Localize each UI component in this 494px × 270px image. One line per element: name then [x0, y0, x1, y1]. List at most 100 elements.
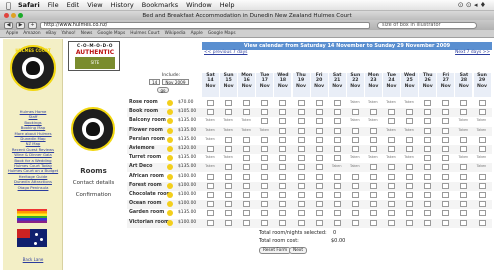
night-checkbox[interactable] — [279, 219, 287, 226]
night-checkbox[interactable] — [442, 219, 450, 226]
night-checkbox[interactable] — [207, 173, 214, 180]
night-checkbox[interactable] — [424, 155, 432, 162]
night-checkbox[interactable] — [297, 164, 305, 171]
night-checkbox[interactable] — [261, 155, 269, 162]
night-checkbox[interactable] — [279, 118, 287, 125]
room-info-icon[interactable] — [167, 109, 173, 116]
bookmark-item[interactable]: News — [81, 31, 93, 36]
night-checkbox[interactable] — [442, 118, 450, 125]
night-checkbox[interactable] — [406, 210, 414, 217]
night-checkbox[interactable] — [315, 100, 323, 106]
night-checkbox[interactable] — [478, 136, 486, 143]
room-info-icon[interactable] — [167, 155, 173, 162]
night-checkbox[interactable] — [369, 146, 377, 152]
night-checkbox[interactable] — [351, 127, 359, 134]
menu-bookmarks[interactable]: Bookmarks — [142, 1, 178, 9]
night-checkbox[interactable] — [424, 219, 432, 226]
bookmark-item[interactable]: Google Maps — [97, 31, 125, 36]
night-checkbox[interactable] — [297, 155, 305, 162]
night-checkbox[interactable] — [460, 136, 468, 143]
room-name-link[interactable]: Book room — [129, 109, 158, 114]
night-checkbox[interactable] — [351, 146, 359, 152]
bookmark-item[interactable]: eBay — [46, 31, 57, 36]
room-info-icon[interactable] — [167, 219, 173, 226]
night-checkbox[interactable] — [406, 136, 414, 143]
night-checkbox[interactable] — [478, 146, 486, 152]
night-checkbox[interactable] — [243, 192, 251, 198]
apple-menu-icon[interactable]:  — [6, 1, 18, 10]
menu-history[interactable]: History — [111, 1, 134, 9]
night-checkbox[interactable] — [388, 136, 395, 143]
night-checkbox[interactable] — [388, 201, 395, 208]
room-name-link[interactable]: Garden room — [129, 210, 164, 215]
new-zealand-flag-icon[interactable] — [17, 229, 47, 247]
night-checkbox[interactable] — [424, 136, 432, 143]
night-checkbox[interactable] — [406, 109, 414, 116]
night-checkbox[interactable] — [315, 146, 323, 152]
night-checkbox[interactable] — [424, 164, 432, 171]
night-checkbox[interactable] — [243, 210, 251, 217]
room-info-icon[interactable] — [167, 192, 173, 198]
night-checkbox[interactable] — [424, 127, 432, 134]
night-checkbox[interactable] — [388, 210, 395, 217]
address-bar[interactable]: http://www.hulmes.co.nz/ — [40, 21, 370, 29]
night-checkbox[interactable] — [243, 136, 251, 143]
room-info-icon[interactable] — [167, 164, 173, 171]
night-checkbox[interactable] — [406, 219, 414, 226]
night-checkbox[interactable] — [388, 118, 395, 125]
night-checkbox[interactable] — [207, 146, 214, 152]
night-checkbox[interactable] — [333, 146, 341, 152]
night-checkbox[interactable] — [424, 182, 432, 189]
night-checkbox[interactable] — [243, 146, 251, 152]
search-field[interactable]: size of box in illustrator — [377, 21, 477, 29]
night-checkbox[interactable] — [279, 155, 287, 162]
night-checkbox[interactable] — [279, 182, 287, 189]
night-checkbox[interactable] — [442, 201, 450, 208]
night-checkbox[interactable] — [369, 109, 377, 116]
step-rooms[interactable]: Rooms — [66, 167, 121, 175]
room-name-link[interactable]: Ocean room — [129, 201, 161, 206]
night-checkbox[interactable] — [315, 192, 323, 198]
night-checkbox[interactable] — [442, 192, 450, 198]
night-checkbox[interactable] — [315, 136, 323, 143]
night-checkbox[interactable] — [460, 109, 468, 116]
night-checkbox[interactable] — [460, 164, 468, 171]
night-checkbox[interactable] — [460, 182, 468, 189]
night-checkbox[interactable] — [424, 210, 432, 217]
room-info-icon[interactable] — [167, 127, 173, 134]
night-checkbox[interactable] — [243, 164, 251, 171]
night-checkbox[interactable] — [243, 201, 251, 208]
room-info-icon[interactable] — [167, 100, 173, 106]
night-checkbox[interactable] — [442, 155, 450, 162]
night-checkbox[interactable] — [406, 182, 414, 189]
night-checkbox[interactable] — [478, 192, 486, 198]
night-checkbox[interactable] — [388, 182, 395, 189]
night-checkbox[interactable] — [369, 210, 377, 217]
night-checkbox[interactable] — [351, 192, 359, 198]
bookmark-item[interactable]: Wikipedia — [165, 31, 186, 36]
night-checkbox[interactable] — [243, 100, 251, 106]
night-checkbox[interactable] — [225, 210, 233, 217]
night-checkbox[interactable] — [351, 109, 359, 116]
night-checkbox[interactable] — [207, 219, 214, 226]
night-checkbox[interactable] — [333, 219, 341, 226]
bookmark-item[interactable]: Yahoo! — [61, 31, 75, 36]
back-lane-link[interactable]: Back Lane — [3, 257, 63, 262]
room-name-link[interactable]: Rose room — [129, 100, 158, 105]
night-checkbox[interactable] — [388, 164, 395, 171]
night-checkbox[interactable] — [315, 219, 323, 226]
night-checkbox[interactable] — [406, 192, 414, 198]
night-checkbox[interactable] — [315, 118, 323, 125]
night-checkbox[interactable] — [333, 155, 341, 162]
room-name-link[interactable]: Chocolate room — [129, 192, 171, 197]
zoom-window-icon[interactable] — [18, 13, 23, 18]
night-checkbox[interactable] — [279, 192, 287, 198]
night-checkbox[interactable] — [478, 182, 486, 189]
room-name-link[interactable]: Flower room — [129, 128, 163, 133]
night-checkbox[interactable] — [351, 136, 359, 143]
night-checkbox[interactable] — [442, 127, 450, 134]
night-checkbox[interactable] — [207, 109, 214, 116]
room-info-icon[interactable] — [167, 210, 173, 217]
night-checkbox[interactable] — [279, 109, 287, 116]
night-checkbox[interactable] — [315, 173, 323, 180]
